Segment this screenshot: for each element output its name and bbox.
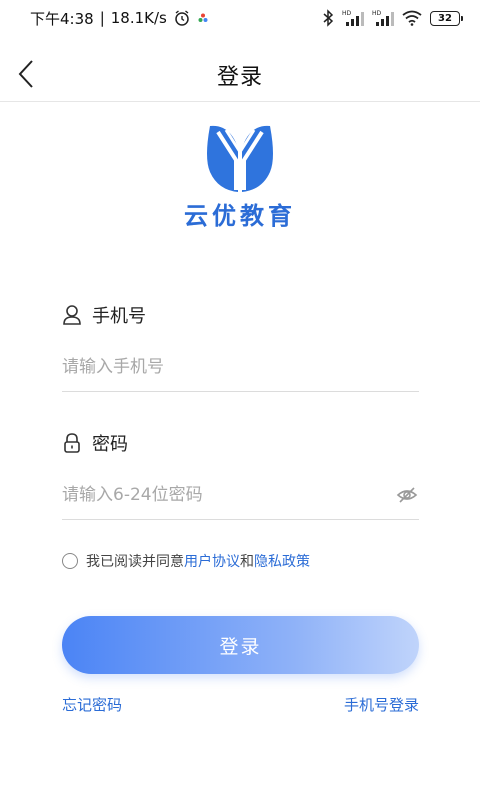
battery-level: 32 — [438, 12, 452, 24]
phone-login-link[interactable]: 手机号登录 — [344, 694, 419, 715]
user-agreement-link[interactable]: 用户协议 — [184, 554, 240, 570]
status-network-speed: 18.1K/s — [110, 9, 167, 27]
phone-label: 手机号 — [92, 306, 146, 327]
brand-name: 云优教育 — [184, 201, 296, 230]
status-time: 下午4:38 — [30, 9, 94, 28]
page-title: 登录 — [216, 65, 263, 90]
wifi-icon — [402, 10, 422, 26]
password-label: 密码 — [92, 434, 128, 455]
bluetooth-icon — [323, 9, 334, 27]
agree-and: 和 — [240, 554, 254, 570]
eye-off-icon[interactable] — [395, 483, 419, 507]
login-button[interactable]: 登录 — [62, 616, 419, 674]
user-icon — [63, 305, 81, 325]
phone-label-row: 手机号 — [62, 302, 146, 328]
status-right: HD HD 32 — [322, 9, 463, 27]
agreement-text: 我已阅读并同意用户协议和隐私政策 — [86, 551, 310, 571]
forgot-password-link[interactable]: 忘记密码 — [62, 694, 122, 715]
svg-text:HD: HD — [342, 10, 352, 17]
agree-radio[interactable] — [62, 553, 78, 569]
password-label-row: 密码 — [62, 430, 128, 456]
agree-prefix: 我已阅读并同意 — [86, 554, 184, 570]
phone-input[interactable] — [62, 356, 419, 377]
phone-input-row — [62, 342, 419, 392]
status-left: 下午4:38 | 18.1K/s — [30, 8, 209, 29]
signal-hd-icon-2: HD — [372, 10, 394, 26]
app-notification-icon — [198, 13, 208, 22]
alarm-icon — [175, 10, 189, 26]
status-bar: 下午4:38 | 18.1K/s HD HD 32 — [0, 0, 480, 36]
password-input[interactable] — [62, 484, 395, 505]
privacy-policy-link[interactable]: 隐私政策 — [254, 554, 310, 570]
battery-icon: 32 — [430, 10, 463, 26]
nav-bar: 登录 — [0, 46, 480, 102]
status-divider: | — [99, 9, 105, 27]
svg-text:HD: HD — [372, 10, 382, 17]
password-input-row — [62, 470, 419, 520]
agreement-row: 我已阅读并同意用户协议和隐私政策 — [62, 551, 310, 571]
signal-hd-icon: HD — [342, 10, 364, 26]
lock-icon — [64, 433, 80, 453]
